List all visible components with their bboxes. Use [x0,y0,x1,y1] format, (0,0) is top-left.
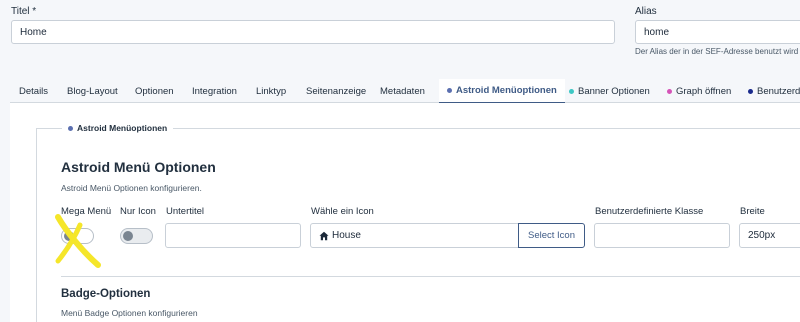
tab-linktyp[interactable]: Linktyp [256,79,286,103]
legend-dot-icon [68,125,73,131]
custom-class-label: Benutzerdefinierte Klasse [595,206,704,217]
subtitle-input[interactable] [165,223,301,248]
width-input[interactable]: 250px [739,223,800,248]
annotation-x-mark-icon [55,214,101,268]
title-label: Titel * [11,6,37,17]
tab-details[interactable]: Details [19,79,48,103]
title-input[interactable]: Home [11,20,615,44]
tab-graph-oeffnen[interactable]: Graph öffnen [667,79,731,103]
tab-blog-layout[interactable]: Blog-Layout [67,79,118,103]
fieldset-legend: Astroid Menüoptionen [62,121,174,135]
fieldset-border-left [36,128,37,322]
icon-only-toggle[interactable] [120,228,153,244]
select-icon-button[interactable]: Select Icon [518,223,585,248]
icon-picker-label: Wähle ein Icon [311,206,374,217]
tab-integration[interactable]: Integration [192,79,237,103]
badge-heading: Badge-Optionen [61,288,151,300]
subtitle-label: Untertitel [166,206,205,217]
tab-dot-icon [447,88,452,93]
toggle-knob [123,231,133,241]
icon-only-label: Nur Icon [120,206,156,217]
section-description: Astroid Menü Optionen konfigurieren. [61,183,202,193]
alias-input[interactable]: home [635,20,800,44]
badge-description: Menü Badge Optionen konfigurieren [61,308,198,318]
alias-hint: Der Alias der in der SEF-Adresse benutzt… [635,47,799,56]
icon-input[interactable]: House [310,223,520,248]
tab-dot-icon [748,88,753,94]
tab-bar: Details Blog-Layout Optionen Integration… [10,79,800,104]
alias-label: Alias [635,6,657,17]
icon-value: House [332,230,361,241]
section-heading: Astroid Menü Optionen [61,159,216,175]
section-divider [61,276,800,277]
tab-metadaten[interactable]: Metadaten [380,79,425,103]
house-icon [319,231,329,240]
custom-class-input[interactable] [594,223,730,248]
tab-optionen[interactable]: Optionen [135,79,174,103]
tab-seitenanzeige[interactable]: Seitenanzeige [306,79,366,103]
width-label: Breite [740,206,765,217]
tab-dot-icon [569,88,574,94]
tab-dot-icon [667,88,672,94]
tab-benutzerdefiniert[interactable]: Benutzerd [748,79,800,103]
tab-astroid-menueoptionen[interactable]: Astroid Menüoptionen [439,79,565,104]
tab-banner-optionen[interactable]: Banner Optionen [569,79,650,103]
